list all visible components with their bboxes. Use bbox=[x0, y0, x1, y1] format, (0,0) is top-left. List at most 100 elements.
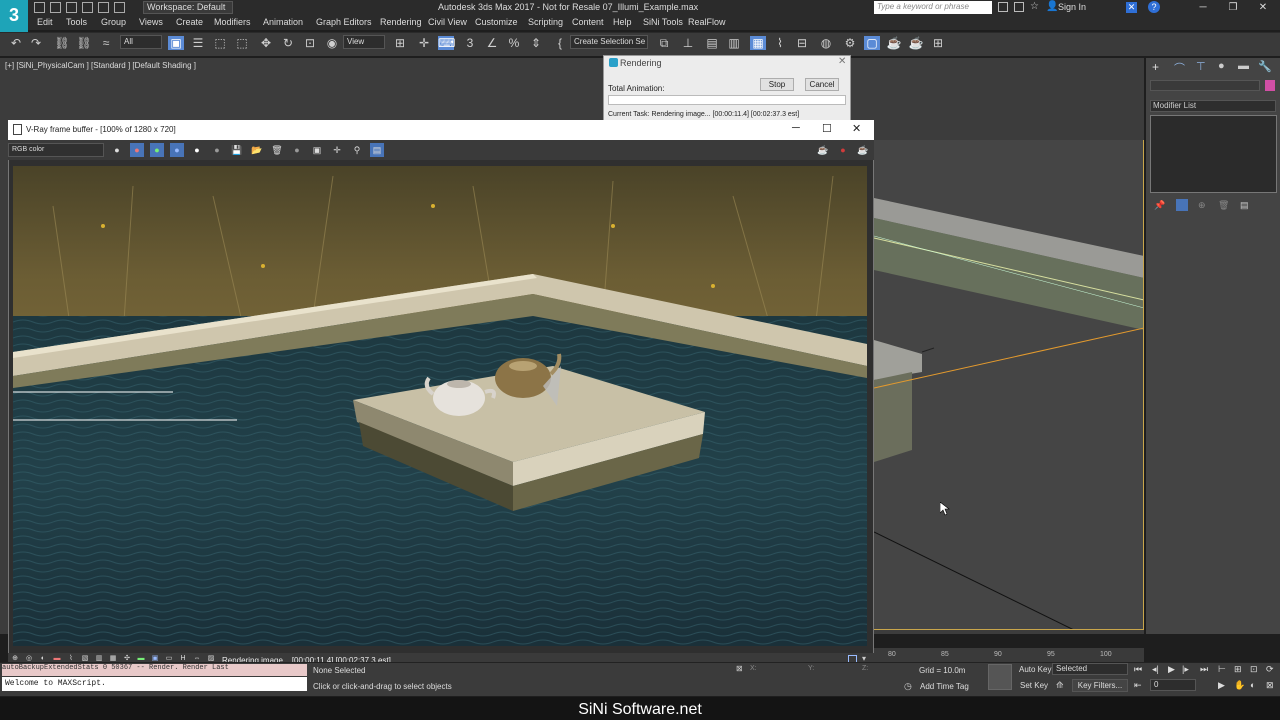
menu-animation[interactable]: Animation bbox=[263, 17, 303, 27]
region-render-icon[interactable]: ▣ bbox=[310, 143, 324, 157]
menu-modifiers[interactable]: Modifiers bbox=[214, 17, 251, 27]
restore-icon[interactable]: ❐ bbox=[1218, 0, 1248, 16]
history-icon[interactable]: ● bbox=[290, 143, 304, 157]
time-config-icon[interactable]: ▶ bbox=[1218, 680, 1225, 691]
key-filters-button[interactable]: Key Filters... bbox=[1072, 679, 1128, 692]
select-object-icon[interactable]: ▣ bbox=[168, 36, 184, 50]
place-icon[interactable]: ◉ bbox=[324, 36, 340, 50]
key-mode-select[interactable]: Selected bbox=[1052, 663, 1128, 675]
vfb-maximize-icon[interactable]: ☐ bbox=[822, 122, 832, 135]
rgb-channels-icon[interactable]: ● bbox=[110, 143, 124, 157]
mirror-icon[interactable]: ⧉ bbox=[656, 36, 672, 50]
key-mode-toggle-icon[interactable]: ⇤ bbox=[1134, 680, 1142, 691]
named-selection-set-select[interactable]: Create Selection Se bbox=[570, 35, 648, 49]
modifier-stack[interactable] bbox=[1150, 115, 1277, 193]
move-icon[interactable]: ✥ bbox=[258, 36, 274, 50]
cancel-button[interactable]: Cancel bbox=[805, 78, 839, 91]
window-crossing-icon[interactable]: ⬚ bbox=[234, 36, 250, 50]
lock-selection-icon[interactable]: ⊠ bbox=[736, 664, 743, 673]
render-frame-icon[interactable]: ⊞ bbox=[930, 36, 946, 50]
time-tag-icon[interactable]: ◷ bbox=[904, 681, 912, 692]
render-production-icon[interactable]: ☕ bbox=[886, 36, 902, 50]
modifier-list-select[interactable]: Modifier List bbox=[1150, 100, 1276, 112]
display-tab-icon[interactable]: ▬ bbox=[1238, 60, 1249, 72]
goto-start-icon[interactable]: ⏮ bbox=[1134, 664, 1142, 675]
rendered-frame-window-icon[interactable]: ▢ bbox=[864, 36, 880, 50]
pivot-center-icon[interactable]: ⊞ bbox=[392, 36, 408, 50]
select-by-name-icon[interactable]: ☰ bbox=[190, 36, 206, 50]
y-coordinate-field[interactable]: Y: bbox=[808, 665, 814, 672]
x-coordinate-field[interactable]: X: bbox=[750, 665, 757, 672]
z-coordinate-field[interactable]: Z: bbox=[862, 665, 868, 672]
current-frame-field[interactable]: 0 bbox=[1150, 679, 1196, 691]
menu-content[interactable]: Content bbox=[572, 17, 604, 27]
set-key-big-button[interactable] bbox=[988, 664, 1012, 690]
open-file-icon[interactable] bbox=[50, 2, 61, 13]
binoculars-icon[interactable] bbox=[998, 2, 1008, 12]
menu-create[interactable]: Create bbox=[176, 17, 203, 27]
material-editor-icon[interactable]: ◍ bbox=[818, 36, 834, 50]
redo-icon[interactable] bbox=[98, 2, 109, 13]
snaps-toggle-icon[interactable]: 3 bbox=[462, 36, 478, 50]
load-image-icon[interactable]: 📂 bbox=[250, 143, 264, 157]
select-manipulate-icon[interactable]: ✛ bbox=[416, 36, 432, 50]
curve-editor-icon[interactable]: ⌇ bbox=[772, 36, 788, 50]
render-iterative-icon[interactable]: ☕ bbox=[908, 36, 924, 50]
undo-icon[interactable]: ↶ bbox=[8, 36, 24, 50]
link-icon[interactable]: ⛓ bbox=[54, 36, 70, 50]
render-icon[interactable]: ☕ bbox=[856, 143, 870, 157]
link-vfb-icon[interactable]: ⚲ bbox=[350, 143, 364, 157]
fov-icon[interactable]: ◐ bbox=[1250, 680, 1255, 690]
channel-select[interactable]: RGB color bbox=[8, 143, 104, 157]
rotate-icon[interactable]: ↻ bbox=[280, 36, 296, 50]
project-folder-icon[interactable] bbox=[114, 2, 125, 13]
maxscript-listener[interactable]: autoBackupExtendedStats 0 50367 -- Rende… bbox=[2, 664, 307, 676]
maximize-viewport-icon[interactable]: ⊠ bbox=[1266, 680, 1274, 691]
sign-in-link[interactable]: Sign In bbox=[1058, 2, 1086, 12]
layer-explorer-icon[interactable]: ▥ bbox=[726, 36, 742, 50]
stop-button[interactable]: Stop bbox=[760, 78, 794, 91]
maxscript-output[interactable]: Welcome to MAXScript. bbox=[2, 677, 307, 691]
configure-sets-icon[interactable]: ▤ bbox=[1240, 200, 1249, 211]
blue-channel-icon[interactable]: ● bbox=[170, 143, 184, 157]
alpha-channel-icon[interactable]: ● bbox=[190, 143, 204, 157]
search-input[interactable]: Type a keyword or phrase bbox=[874, 1, 992, 14]
utilities-tab-icon[interactable]: 🔧 bbox=[1258, 60, 1272, 73]
menu-views[interactable]: Views bbox=[139, 17, 163, 27]
play-icon[interactable]: ▶ bbox=[1168, 664, 1175, 675]
rectangular-region-icon[interactable]: ⬚ bbox=[212, 36, 228, 50]
minimize-icon[interactable]: ─ bbox=[1188, 0, 1218, 16]
unlink-icon[interactable]: ⛓ bbox=[76, 36, 92, 50]
follow-mouse-icon[interactable]: ✛ bbox=[330, 143, 344, 157]
perspective-viewport[interactable] bbox=[874, 140, 1144, 630]
make-unique-icon[interactable]: ⊕ bbox=[1198, 200, 1206, 211]
reference-coordinate-select[interactable]: View bbox=[343, 35, 385, 49]
spinner-snap-icon[interactable]: ⇕ bbox=[528, 36, 544, 50]
close-icon[interactable]: ✕ bbox=[1248, 0, 1278, 16]
remove-modifier-icon[interactable]: 🗑 bbox=[1218, 200, 1229, 211]
viewport-label[interactable]: [+] [SiNi_PhysicalCam ] [Standard ] [Def… bbox=[5, 61, 196, 70]
object-color-swatch[interactable] bbox=[1265, 80, 1275, 91]
previous-frame-icon[interactable]: ◂| bbox=[1152, 664, 1159, 675]
edit-named-sets-icon[interactable]: { bbox=[552, 36, 568, 50]
redo-icon[interactable]: ↷ bbox=[28, 36, 44, 50]
goto-end-icon[interactable]: ⏭ bbox=[1200, 664, 1208, 675]
menu-tools[interactable]: Tools bbox=[66, 17, 87, 27]
clear-image-icon[interactable]: 🗑 bbox=[270, 143, 284, 157]
create-tab-icon[interactable]: + bbox=[1152, 60, 1159, 74]
red-channel-icon[interactable]: ● bbox=[130, 143, 144, 157]
schematic-view-icon[interactable]: ⊟ bbox=[794, 36, 810, 50]
workspace-select[interactable]: Workspace: Default bbox=[143, 1, 233, 14]
rendered-image[interactable] bbox=[13, 166, 867, 646]
menu-scripting[interactable]: Scripting bbox=[528, 17, 563, 27]
menu-group[interactable]: Group bbox=[101, 17, 126, 27]
vfb-close-icon[interactable]: ✕ bbox=[852, 122, 861, 135]
star-icon[interactable]: ☆ bbox=[1030, 1, 1039, 12]
vfb-minimize-icon[interactable]: ─ bbox=[792, 122, 800, 134]
show-end-result-icon[interactable] bbox=[1176, 199, 1188, 211]
new-file-icon[interactable] bbox=[34, 2, 45, 13]
menu-sini-tools[interactable]: SiNi Tools bbox=[643, 17, 683, 27]
user-icon[interactable]: 👤 bbox=[1046, 1, 1058, 12]
monochrome-icon[interactable]: ● bbox=[210, 143, 224, 157]
menu-civil-view[interactable]: Civil View bbox=[428, 17, 467, 27]
